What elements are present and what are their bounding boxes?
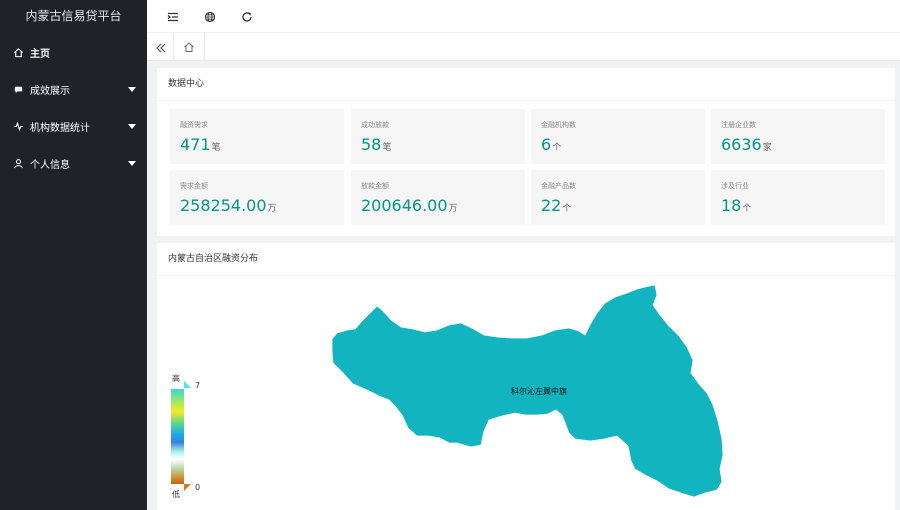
stat-label: 成功放款 [361,121,389,129]
stat-value: 58笔 [361,135,392,154]
legend-max-value: 7 [195,381,201,390]
stat-card: 融资需求 471笔 [170,109,344,164]
sidebar: 内蒙古信易贷平台 主页 成效展示 机构数据统计 个人信息 [0,0,147,510]
legend-min-value: 0 [195,483,201,492]
double-chevron-left-icon[interactable] [154,40,168,54]
pulse-icon [13,121,24,132]
sidebar-item-label: 主页 [30,49,50,60]
legend-low-label: 低 [172,490,180,499]
app-title: 内蒙古信易贷平台 [25,9,122,23]
tab-home[interactable] [173,33,205,61]
stat-value: 471笔 [180,135,221,154]
region-map[interactable]: 科尔沁左翼中旗 [157,243,895,510]
refresh-icon[interactable] [239,9,255,25]
stat-label: 注册企业数 [721,121,756,129]
stat-label: 涉及行业 [721,182,749,190]
sidebar-item-results[interactable]: 成效展示 [0,71,147,108]
globe-icon[interactable] [202,9,218,25]
map-panel: 内蒙古自治区融资分布 高 7 0 低 科尔沁左翼中旗 [157,243,895,510]
stat-value: 22个 [541,196,572,215]
legend-gradient-bar[interactable] [171,389,184,484]
stat-value: 200646.00万 [361,196,458,215]
chevron-down-icon [128,161,136,166]
stat-label: 金融机构数 [541,121,576,129]
tabs-bar [147,33,900,61]
stat-card: 金融产品数 22个 [531,170,705,225]
stat-label: 金融产品数 [541,182,576,190]
map-title: 内蒙古自治区融资分布 [157,243,895,276]
stat-card: 放款金额 200646.00万 [351,170,525,225]
stat-card: 金融机构数 6个 [531,109,705,164]
sidebar-item-label: 个人信息 [30,160,70,171]
sidebar-item-institution-stats[interactable]: 机构数据统计 [0,108,147,145]
stat-card: 成功放款 58笔 [351,109,525,164]
legend-high-label: 高 [172,374,180,383]
stat-value: 6636家 [721,135,772,154]
stat-value: 6个 [541,135,562,154]
data-center-panel: 数据中心 融资需求 471笔 成功放款 58笔 金融机构数 6个 注册企业数 6… [157,68,895,236]
sidebar-item-home[interactable]: 主页 [0,34,147,71]
stat-value: 258254.00万 [180,196,277,215]
data-center-title: 数据中心 [157,68,895,101]
legend-max-handle[interactable] [184,381,191,388]
stat-card: 注册企业数 6636家 [711,109,885,164]
user-icon [13,158,24,169]
stat-card: 需求金额 258254.00万 [170,170,344,225]
menu-toggle-icon[interactable] [165,9,181,25]
stat-value: 18个 [721,196,752,215]
chevron-down-icon [128,124,136,129]
home-icon [183,38,195,57]
stat-card: 涉及行业 18个 [711,170,885,225]
stat-label: 需求金额 [180,182,208,190]
sidebar-item-label: 机构数据统计 [30,123,90,134]
legend-min-handle[interactable] [184,484,191,491]
home-icon [13,47,24,58]
chevron-down-icon [128,87,136,92]
sidebar-item-label: 成效展示 [30,86,70,97]
stat-label: 放款金额 [361,182,389,190]
stat-label: 融资需求 [180,121,208,129]
sidebar-item-profile[interactable]: 个人信息 [0,145,147,182]
chat-bubble-icon [13,84,24,95]
top-header [147,0,900,33]
region-shape[interactable] [331,284,724,498]
